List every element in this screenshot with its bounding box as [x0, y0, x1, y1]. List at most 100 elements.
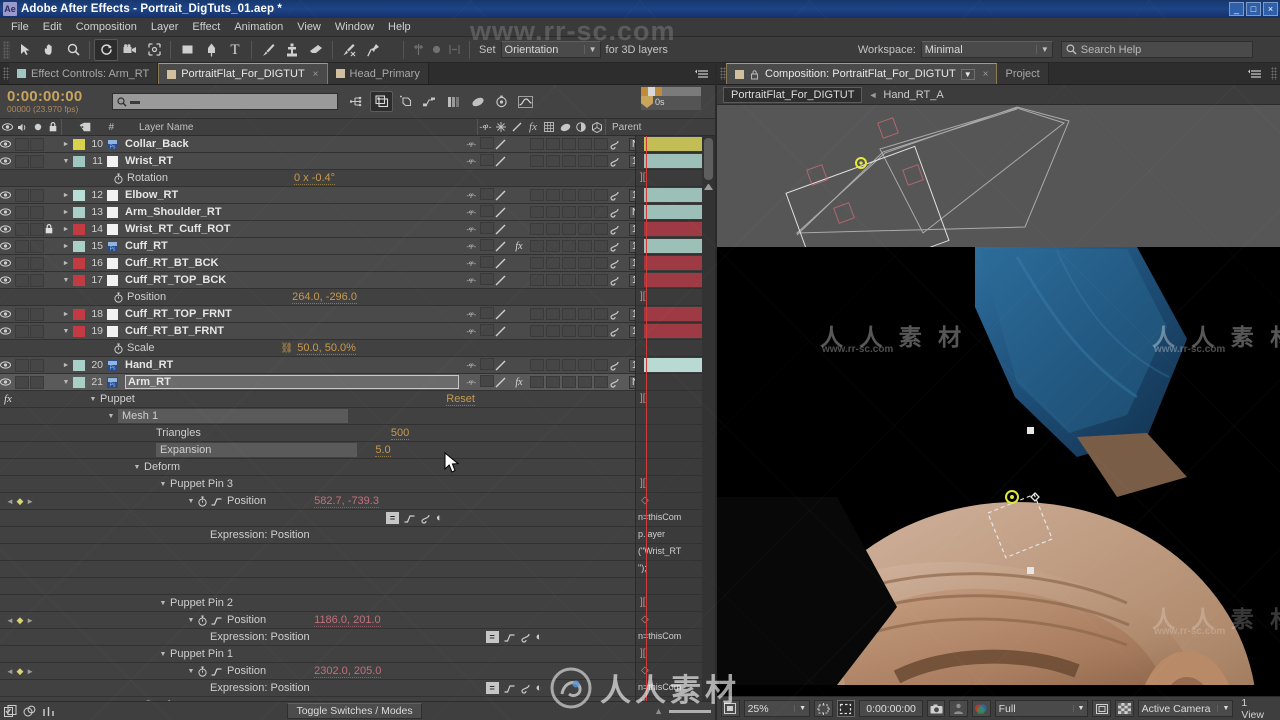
layer-switch-box[interactable]: [594, 155, 608, 167]
puppet-pin-tool-icon[interactable]: [361, 39, 385, 61]
collapse-switch[interactable]: [479, 256, 495, 270]
graph-toggle-icon[interactable]: [211, 497, 222, 506]
layer-expand-triangle-icon[interactable]: ►: [59, 209, 73, 216]
hand-tool-icon[interactable]: [37, 39, 61, 61]
tab-portraitflat[interactable]: PortraitFlat_For_DIGTUT ×: [158, 63, 328, 84]
breadcrumb-root[interactable]: PortraitFlat_For_DIGTUT: [723, 86, 863, 103]
audio-solo-boxes[interactable]: [15, 273, 45, 287]
parent-pickwhip-icon[interactable]: [609, 139, 629, 150]
layer-row-cuff_rt_top_bck[interactable]: ▼17Cuff_RT_TOP_BCK-ዋ-14. Wrist_RT▼: [0, 272, 715, 289]
layer-name[interactable]: Collar_Back: [125, 138, 463, 150]
layer-label-color[interactable]: [73, 308, 85, 320]
layer-switch-box[interactable]: [530, 257, 544, 269]
property-row-rotation[interactable]: Rotation 0 x -0.4°: [0, 170, 715, 187]
parent-pickwhip-icon[interactable]: [609, 224, 629, 235]
layer-switch-box[interactable]: [578, 274, 592, 286]
layer-expand-triangle-icon[interactable]: ▼: [59, 277, 73, 284]
layer-name[interactable]: Elbow_RT: [125, 189, 463, 201]
shy-switch-icon[interactable]: -ዋ-: [477, 119, 493, 135]
layer-switch-box[interactable]: [562, 325, 576, 337]
keyframe-navigator[interactable]: ◄ ◆ ►: [0, 666, 40, 677]
expression-icon-group[interactable]: = ◐: [485, 682, 542, 694]
layer-label-color[interactable]: [73, 274, 85, 286]
lock-icon[interactable]: [45, 119, 61, 135]
layer-switch-box[interactable]: [594, 359, 608, 371]
group-row-deform[interactable]: ▼ Deform: [0, 459, 715, 476]
layer-switch-box[interactable]: [562, 206, 576, 218]
collapse-switch[interactable]: [479, 205, 495, 219]
property-value[interactable]: 0 x -0.4°: [293, 172, 336, 185]
collapse-switch[interactable]: [479, 239, 495, 253]
layer-visibility-icon[interactable]: [0, 191, 15, 199]
layer-switch-box[interactable]: [530, 376, 544, 388]
audio-solo-boxes[interactable]: [15, 307, 45, 321]
expression-controls-row[interactable]: = ◐: [0, 510, 715, 527]
close-icon[interactable]: ×: [313, 69, 319, 80]
group-expand-triangle-icon[interactable]: ▼: [130, 464, 144, 471]
maximize-button[interactable]: □: [1246, 2, 1261, 16]
layer-switch-box[interactable]: [546, 223, 560, 235]
property-expand-triangle-icon[interactable]: ▼: [184, 617, 198, 624]
effect-reset-button[interactable]: Reset: [446, 393, 475, 406]
quality-switch[interactable]: [495, 207, 511, 218]
layer-switch-box[interactable]: [546, 189, 560, 201]
selection-tool-icon[interactable]: [13, 39, 37, 61]
collapse-switch[interactable]: [479, 375, 495, 389]
menu-item-effect[interactable]: Effect: [185, 19, 227, 35]
layer-visibility-icon[interactable]: [0, 140, 15, 148]
expression-enable-icon[interactable]: =: [386, 512, 399, 524]
layer-label-color[interactable]: [73, 359, 85, 371]
expression-language-icon[interactable]: ◐: [536, 631, 543, 643]
group-row-puppet-pin-1[interactable]: ▼ Puppet Pin 1: [0, 646, 715, 663]
menu-item-window[interactable]: Window: [328, 19, 381, 35]
tab-composition[interactable]: Composition: PortraitFlat_For_DIGTUT ▼ ×: [726, 63, 998, 84]
layer-switch-box[interactable]: [594, 376, 608, 388]
layer-switch-box[interactable]: [546, 138, 560, 150]
tab-project[interactable]: Project: [997, 63, 1049, 84]
collapse-switch[interactable]: [479, 358, 495, 372]
layer-expand-triangle-icon[interactable]: ►: [59, 243, 73, 250]
audio-solo-boxes[interactable]: [15, 375, 45, 389]
region-of-interest-icon[interactable]: [836, 700, 856, 717]
layer-row-elbow_rt[interactable]: ►12Elbow_RT-ዋ-13. Arm_Shou▼: [0, 187, 715, 204]
layer-name[interactable]: Arm_Shoulder_RT: [125, 206, 463, 218]
hide-shy-layers-icon[interactable]: [394, 91, 417, 112]
transfer-controls-icon[interactable]: [23, 705, 36, 718]
layer-switch-box[interactable]: [562, 308, 576, 320]
expression-enable-icon[interactable]: =: [485, 682, 499, 694]
property-value[interactable]: 500: [390, 427, 410, 440]
timeline-vertical-scrollbar[interactable]: [702, 136, 715, 701]
layer-label-color[interactable]: [73, 138, 85, 150]
brush-tool-icon[interactable]: [256, 39, 280, 61]
property-row-scale[interactable]: Scale ⛓ 50.0, 50.0%: [0, 340, 715, 357]
layer-expand-triangle-icon[interactable]: ►: [59, 226, 73, 233]
keyframe-property-row[interactable]: ◄ ◆ ► ▼ Position 1186.0, 201.0: [0, 612, 715, 629]
workspace-dropdown[interactable]: Minimal ▼: [920, 41, 1053, 58]
grid-guides-icon[interactable]: [814, 700, 833, 717]
shy-switch[interactable]: -ዋ-: [463, 275, 479, 286]
group-expand-triangle-icon[interactable]: ▼: [156, 651, 170, 658]
quality-switch[interactable]: [495, 224, 511, 235]
audio-solo-boxes[interactable]: [15, 154, 45, 168]
expression-graph-icon[interactable]: [404, 514, 415, 523]
quality-switch[interactable]: [495, 309, 511, 320]
property-row-triangles[interactable]: Triangles 500: [0, 425, 715, 442]
layer-name[interactable]: Wrist_RT: [125, 155, 463, 167]
layer-switch-box[interactable]: [562, 138, 576, 150]
three-d-switch-icon[interactable]: [589, 119, 605, 135]
magnification-dropdown[interactable]: 25% ▼: [743, 700, 811, 717]
effects-switch[interactable]: fx: [511, 377, 527, 388]
panel-menu-icon[interactable]: [689, 63, 715, 84]
effects-switch[interactable]: fx: [511, 241, 527, 252]
rectangle-shape-tool-icon[interactable]: [175, 39, 199, 61]
keyframe-navigator[interactable]: ◄ ◆ ►: [0, 496, 40, 507]
layer-label-color[interactable]: [73, 376, 85, 388]
draft-3d-icon[interactable]: [370, 91, 393, 112]
layer-switch-box[interactable]: [530, 138, 544, 150]
layer-switch-box[interactable]: [546, 240, 560, 252]
graph-editor-icon[interactable]: [514, 91, 537, 112]
layer-switch-box[interactable]: [562, 240, 576, 252]
timecode-block[interactable]: 0:00:00:00 00000 (23.970 fps): [0, 89, 112, 115]
auto-keyframe-icon[interactable]: [490, 91, 513, 112]
parent-pickwhip-icon[interactable]: [609, 275, 629, 286]
